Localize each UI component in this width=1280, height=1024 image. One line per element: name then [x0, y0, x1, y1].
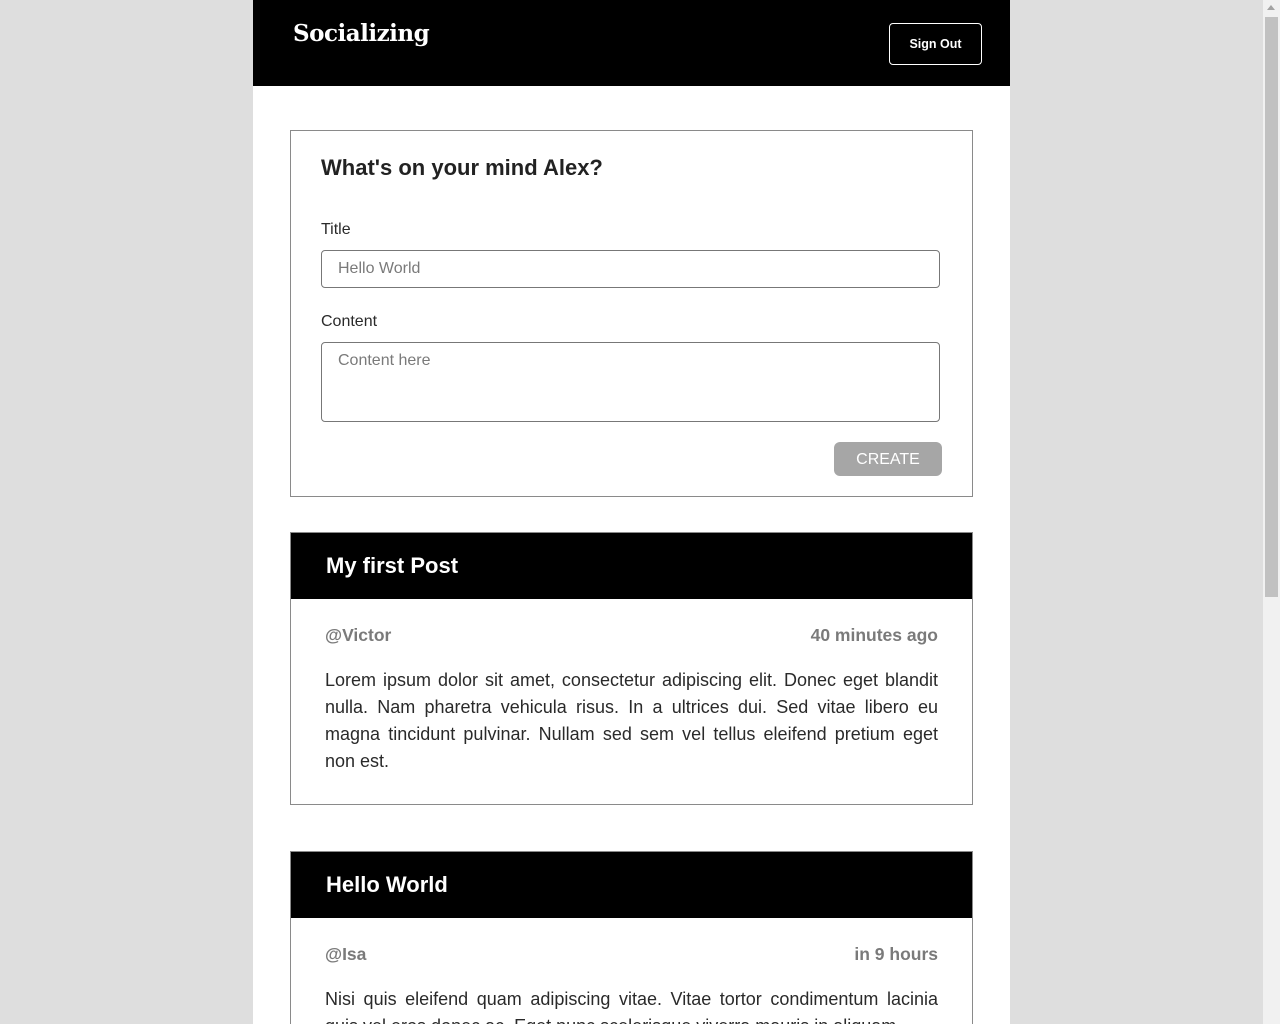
post-title: My first Post [326, 553, 459, 578]
post-author[interactable]: @Victor [325, 625, 391, 646]
content-label: Content [321, 313, 378, 330]
title-label: Title [321, 221, 351, 238]
scroll-up-arrow-icon[interactable] [1267, 5, 1275, 10]
post-card: Hello World @Isa in 9 hours Nisi quis el… [290, 851, 973, 1024]
post-meta: @Victor 40 minutes ago [291, 599, 972, 645]
post-timestamp: in 9 hours [854, 944, 938, 964]
new-post-form: What's on your mind Alex? Title Content … [290, 130, 973, 497]
post-body: Nisi quis eleifend quam adipiscing vitae… [325, 989, 938, 1024]
post-author[interactable]: @Isa [325, 944, 366, 965]
post-title: Hello World [326, 872, 448, 897]
scrollbar-thumb[interactable] [1265, 17, 1278, 597]
post-timestamp: 40 minutes ago [810, 625, 938, 645]
sign-out-button[interactable]: Sign Out [889, 23, 982, 65]
post-body: Lorem ipsum dolor sit amet, consectetur … [325, 670, 938, 771]
content-textarea[interactable] [321, 342, 940, 422]
post-meta: @Isa in 9 hours [291, 918, 972, 964]
create-post-button[interactable]: CREATE [834, 442, 942, 476]
page-container: Socializing Sign Out What's on your mind… [253, 0, 1010, 1024]
viewport: Socializing Sign Out What's on your mind… [0, 0, 1280, 1024]
post-header: My first Post [291, 533, 972, 599]
brand-logo[interactable]: Socializing [293, 20, 430, 47]
title-input[interactable] [321, 250, 940, 288]
top-navbar: Socializing Sign Out [253, 0, 1010, 86]
form-heading: What's on your mind Alex? [321, 155, 603, 180]
post-card: My first Post @Victor 40 minutes ago Lor… [290, 532, 973, 805]
post-header: Hello World [291, 852, 972, 918]
vertical-scrollbar[interactable] [1263, 0, 1280, 1024]
